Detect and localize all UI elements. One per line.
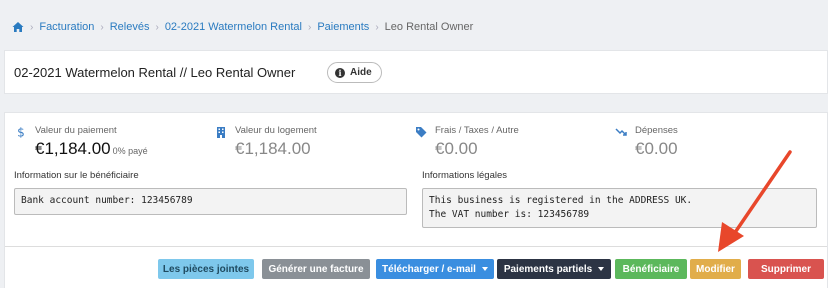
chevron-right-icon: › [100,21,104,33]
tag-icon [416,127,427,138]
trending-down-icon [615,128,627,136]
attachments-button[interactable]: Les pièces jointes [158,259,254,279]
breadcrumb-item-facturation[interactable]: Facturation [39,21,94,33]
help-button[interactable]: i Aide [327,62,382,83]
page-title: 02-2021 Watermelon Rental // Leo Rental … [14,65,296,80]
action-bar: Les pièces jointes Générer une facture T… [5,246,827,288]
dollar-icon: $ [17,126,25,138]
building-icon [217,127,225,138]
stat-label: Dépenses [635,125,678,136]
download-email-button[interactable]: Télécharger / e-mail [376,259,494,279]
breadcrumb-item-statement[interactable]: 02-2021 Watermelon Rental [165,21,302,33]
legal-info-line: The VAT number is: 123456789 [429,209,590,220]
legal-info-line: This business is registered in the ADDRE… [429,195,693,206]
info-icon: i [335,67,345,78]
stat-label: Valeur du paiement [35,125,117,136]
partial-payments-button[interactable]: Paiements partiels [497,259,611,279]
stat-value: €0.00 [635,139,678,158]
stat-value: €1,184.00 0% payé [35,139,148,159]
breadcrumb-item-paiements[interactable]: Paiements [317,21,369,33]
chevron-right-icon: › [30,21,34,33]
stat-amount: €1,184.00 [35,139,111,158]
paid-percentage: 0% payé [112,146,148,156]
home-icon[interactable] [12,21,24,33]
chevron-right-icon: › [307,21,312,33]
beneficiary-button[interactable]: Bénéficiaire [615,259,687,279]
legal-info-box: This business is registered in the ADDRE… [422,188,817,228]
stat-label: Frais / Taxes / Autre [435,125,519,136]
breadcrumb-current: Leo Rental Owner [384,21,474,33]
payment-details-card: $ Valeur du paiement €1,184.00 0% payé Va… [4,112,828,288]
caret-down-icon [481,267,488,271]
chevron-right-icon: › [155,21,159,33]
edit-button[interactable]: Modifier [690,259,741,279]
beneficiary-info-label: Information sur le bénéficiaire [14,170,139,181]
breadcrumb: › Facturation › Relevés › 02-2021 Waterm… [12,19,473,35]
help-button-label: Aide [350,67,372,78]
download-email-label: Télécharger / e-mail [382,263,476,275]
header-card: 02-2021 Watermelon Rental // Leo Rental … [4,50,828,94]
stat-value: €1,184.00 [235,139,311,158]
delete-button[interactable]: Supprimer [748,259,824,279]
breadcrumb-item-releves[interactable]: Relevés [110,21,150,33]
caret-down-icon [598,267,605,271]
legal-info-label: Informations légales [422,170,508,181]
chevron-right-icon: › [375,21,379,33]
beneficiary-info-text: Bank account number: 123456789 [21,195,193,206]
generate-invoice-button[interactable]: Générer une facture [262,259,370,279]
stat-value: €0.00 [435,139,478,158]
svg-text:$: $ [17,126,25,138]
beneficiary-info-box: Bank account number: 123456789 [14,188,407,215]
partial-payments-label: Paiements partiels [503,263,593,275]
stat-label: Valeur du logement [235,125,317,136]
